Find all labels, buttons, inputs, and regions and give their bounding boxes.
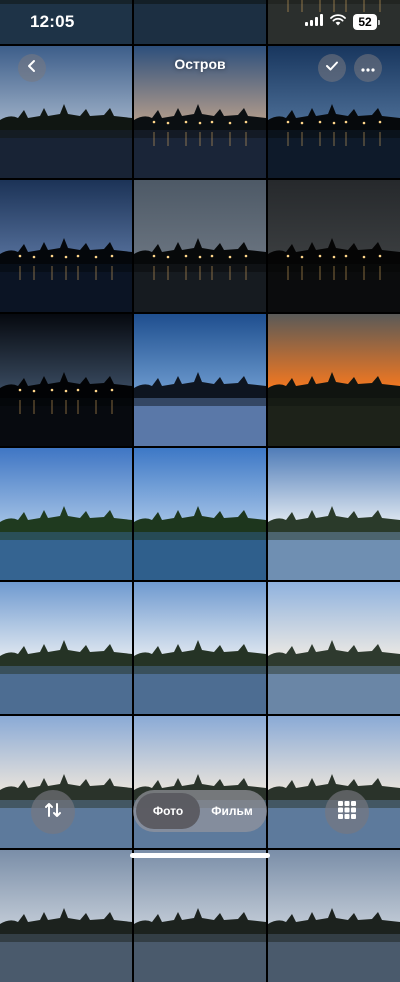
grid-icon	[338, 800, 356, 824]
view-mode-switch: Фото Фильм	[133, 790, 267, 832]
battery-level: 52	[353, 14, 377, 30]
segment-photo[interactable]: Фото	[136, 793, 200, 829]
photo-thumbnail[interactable]	[268, 180, 400, 312]
photo-thumbnail[interactable]	[134, 314, 266, 446]
more-button[interactable]	[354, 54, 382, 82]
photo-thumbnail[interactable]	[0, 448, 132, 580]
status-bar: 12:05 52	[0, 0, 400, 44]
photo-grid	[0, 0, 400, 982]
album-header: Остров	[0, 48, 400, 88]
photo-thumbnail[interactable]	[134, 180, 266, 312]
photo-thumbnail[interactable]	[0, 180, 132, 312]
sort-arrows-icon	[43, 800, 63, 825]
photo-thumbnail[interactable]	[0, 582, 132, 714]
battery-tip	[378, 19, 380, 25]
select-button[interactable]	[318, 54, 346, 82]
photo-thumbnail[interactable]	[0, 314, 132, 446]
photo-thumbnail[interactable]	[268, 582, 400, 714]
grid-button[interactable]	[325, 790, 369, 834]
checkmark-icon	[325, 59, 339, 77]
photo-thumbnail[interactable]	[134, 448, 266, 580]
battery-indicator: 52	[353, 14, 380, 30]
photo-thumbnail[interactable]	[0, 850, 132, 982]
photo-thumbnail[interactable]	[134, 850, 266, 982]
segment-film[interactable]: Фильм	[200, 793, 264, 829]
signal-icon	[305, 13, 323, 31]
photo-thumbnail[interactable]	[134, 582, 266, 714]
wifi-icon	[330, 13, 346, 31]
status-time: 12:05	[30, 12, 75, 31]
photo-thumbnail[interactable]	[268, 850, 400, 982]
photo-thumbnail[interactable]	[268, 448, 400, 580]
photo-thumbnail[interactable]	[268, 314, 400, 446]
home-indicator[interactable]	[130, 853, 270, 858]
sort-button[interactable]	[31, 790, 75, 834]
more-icon	[361, 59, 375, 77]
